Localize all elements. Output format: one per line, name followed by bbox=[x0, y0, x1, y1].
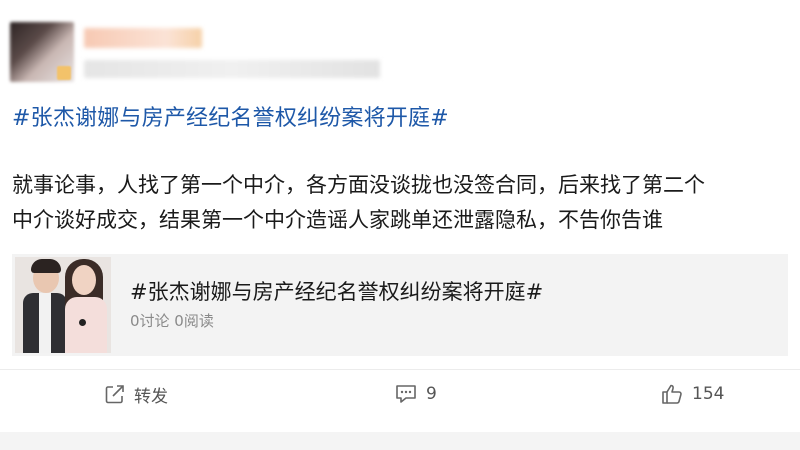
share-button[interactable]: 转发 bbox=[104, 378, 168, 410]
topic-link-card[interactable]: #张杰谢娜与房产经纪名誉权纠纷案将开庭# 0讨论 0阅读 bbox=[12, 254, 788, 356]
comment-button[interactable]: 9 bbox=[394, 378, 437, 410]
share-label: 转发 bbox=[134, 386, 168, 407]
share-icon bbox=[105, 385, 124, 404]
user-name-redacted[interactable] bbox=[84, 28, 202, 48]
post-body-line: 就事论事，人找了第一个中介，各方面没谈拢也没签合同，后来找了第二个 bbox=[12, 173, 705, 197]
thumbnail-figure-left-hair bbox=[31, 259, 61, 273]
topic-card-title[interactable]: #张杰谢娜与房产经纪名誉权纠纷案将开庭# bbox=[130, 276, 543, 306]
post-meta-redacted bbox=[84, 60, 380, 78]
like-button[interactable]: 154 bbox=[660, 378, 724, 410]
topic-thumbnail bbox=[15, 257, 111, 353]
comment-icon bbox=[396, 385, 416, 403]
thumbnail-figure-right bbox=[65, 297, 107, 353]
action-bar-divider bbox=[0, 369, 800, 370]
feed-gap bbox=[0, 432, 800, 450]
thumbnail-figure-left-shirt bbox=[39, 293, 51, 353]
thumbs-up-icon bbox=[662, 384, 682, 404]
like-count: 154 bbox=[692, 384, 725, 404]
thumbnail-figure-right-head bbox=[72, 265, 96, 295]
weibo-post-card: #张杰谢娜与房产经纪名誉权纠纷案将开庭# 就事论事，人找了第一个中介，各方面没谈… bbox=[0, 0, 800, 432]
thumbnail-mic-dot bbox=[79, 319, 86, 326]
post-body: 就事论事，人找了第一个中介，各方面没谈拢也没签合同，后来找了第二个 中介谈好成交… bbox=[12, 168, 792, 238]
topic-card-stats: 0讨论 0阅读 bbox=[130, 312, 214, 330]
verified-badge-icon bbox=[57, 66, 71, 80]
post-body-line: 中介谈好成交，结果第一个中介造谣人家跳单还泄露隐私，不告你告谁 bbox=[12, 208, 663, 232]
hashtag-link[interactable]: #张杰谢娜与房产经纪名誉权纠纷案将开庭# bbox=[12, 100, 449, 132]
comment-count: 9 bbox=[426, 384, 437, 404]
